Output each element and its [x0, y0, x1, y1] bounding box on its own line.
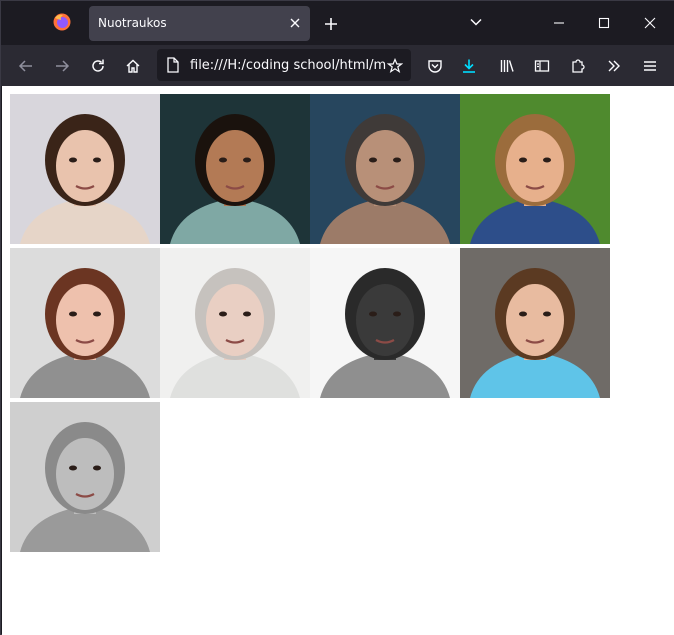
address-bar[interactable]: file:///H:/coding school/html/m	[157, 49, 411, 81]
app-menu-button[interactable]	[637, 53, 663, 79]
portrait-image	[460, 94, 610, 244]
download-icon	[463, 59, 475, 73]
library-button[interactable]	[494, 53, 520, 79]
reload-icon	[92, 59, 104, 72]
home-button[interactable]	[120, 53, 146, 79]
portrait-image	[160, 248, 310, 398]
star-icon	[387, 58, 403, 74]
chevron-down-icon[interactable]	[466, 12, 486, 32]
tab-nuotraukos[interactable]: Nuotraukos	[89, 6, 310, 41]
tab-title: Nuotraukos	[98, 16, 167, 30]
hamburger-icon	[644, 61, 656, 71]
portrait-image	[10, 402, 160, 552]
maximize-button[interactable]	[582, 7, 626, 39]
minimize-button[interactable]	[537, 7, 581, 39]
firefox-logo-icon[interactable]	[52, 12, 72, 32]
url-text: file:///H:/coding school/html/m	[190, 58, 387, 73]
photo-9	[10, 402, 160, 552]
home-icon	[126, 59, 140, 73]
photo-2	[160, 94, 310, 244]
photo-5	[10, 248, 160, 398]
downloads-button[interactable]	[456, 53, 482, 79]
photo-3	[310, 94, 460, 244]
library-icon	[500, 60, 514, 72]
photo-6	[160, 248, 310, 398]
photo-1	[10, 94, 160, 244]
browser-window: Nuotraukos file:///H:/coding school/html…	[0, 0, 674, 635]
tab-strip: Nuotraukos	[1, 1, 674, 45]
sidebar-icon	[534, 60, 550, 72]
photo-4	[460, 94, 610, 244]
close-window-icon	[644, 17, 656, 29]
window-close-button[interactable]	[628, 7, 672, 39]
bookmark-star-button[interactable]	[382, 53, 408, 79]
photo-8	[460, 248, 610, 398]
extensions-button[interactable]	[565, 53, 591, 79]
back-button[interactable]	[13, 53, 39, 79]
portrait-image	[310, 94, 460, 244]
portrait-image	[310, 248, 460, 398]
sidebar-button[interactable]	[529, 53, 555, 79]
overflow-menu-button[interactable]	[601, 53, 627, 79]
portrait-image	[460, 248, 610, 398]
document-icon	[166, 57, 180, 77]
photo-7	[310, 248, 460, 398]
portrait-image	[160, 94, 310, 244]
page-content	[2, 86, 674, 635]
arrow-left-icon	[18, 60, 32, 72]
reload-button[interactable]	[85, 53, 111, 79]
pocket-icon	[428, 60, 442, 73]
pocket-button[interactable]	[422, 53, 448, 79]
puzzle-icon	[572, 59, 585, 73]
double-chevron-icon	[608, 60, 620, 72]
portrait-image	[10, 248, 160, 398]
close-icon[interactable]	[286, 14, 304, 32]
plus-icon[interactable]	[320, 13, 342, 35]
forward-button[interactable]	[49, 53, 75, 79]
maximize-icon	[598, 17, 610, 29]
arrow-right-icon	[56, 60, 70, 72]
portrait-image	[10, 94, 160, 244]
minimize-icon	[554, 22, 564, 24]
